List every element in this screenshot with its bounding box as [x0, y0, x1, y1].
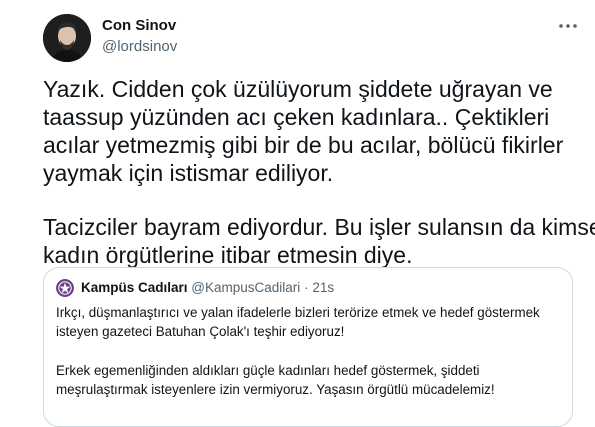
quoted-text: Irkçı, düşmanlaştırıcı ve yalan ifadeler… — [56, 303, 566, 399]
more-options-button[interactable] — [556, 14, 580, 38]
quoted-header: Kampüs Cadıları @KampusCadilari · 21s — [81, 279, 334, 297]
tweet-container: Con Sinov @lordsinov Yazık. Cidden çok ü… — [0, 0, 595, 427]
tweet-line: Yazık. Cidden çok üzülüyorum şiddete uğr… — [43, 76, 553, 102]
quoted-author-name[interactable]: Kampüs Cadıları — [81, 280, 188, 295]
quoted-timestamp[interactable]: 21s — [312, 280, 334, 295]
quoted-line: meşrulaştırmak isteyenlere izin vermiyor… — [56, 382, 495, 397]
tweet-line: kadın örgütlerine itibar etmesin diye. — [43, 242, 413, 268]
author-name[interactable]: Con Sinov — [102, 17, 176, 34]
author-avatar[interactable] — [43, 14, 91, 62]
quoted-author-handle[interactable]: @KampusCadilari — [191, 280, 300, 295]
more-horizontal-icon — [559, 24, 577, 28]
tweet-line: yaymak için istismar ediliyor. — [43, 160, 334, 186]
tweet-text: Yazık. Cidden çok üzülüyorum şiddete uğr… — [43, 75, 595, 269]
quoted-author-avatar[interactable] — [56, 279, 74, 297]
author-handle[interactable]: @lordsinov — [102, 38, 177, 55]
quoted-line: isteyen gazeteci Batuhan Çolak'ı teşhir … — [56, 324, 345, 339]
tweet-line: taassup yüzünden acı çeken kadınlara.. Ç… — [43, 104, 550, 130]
tweet-line: acılar yetmezmiş gibi bir de bu acılar, … — [43, 132, 564, 158]
tweet-line: Tacizciler bayram ediyordur. Bu işler su… — [43, 214, 595, 240]
quoted-tweet[interactable]: Kampüs Cadıları @KampusCadilari · 21s Ir… — [43, 267, 573, 427]
quoted-line: Erkek egemenliğinden aldıkları güçle kad… — [56, 363, 480, 378]
quoted-line: Irkçı, düşmanlaştırıcı ve yalan ifadeler… — [56, 305, 540, 320]
separator-dot: · — [304, 280, 309, 295]
